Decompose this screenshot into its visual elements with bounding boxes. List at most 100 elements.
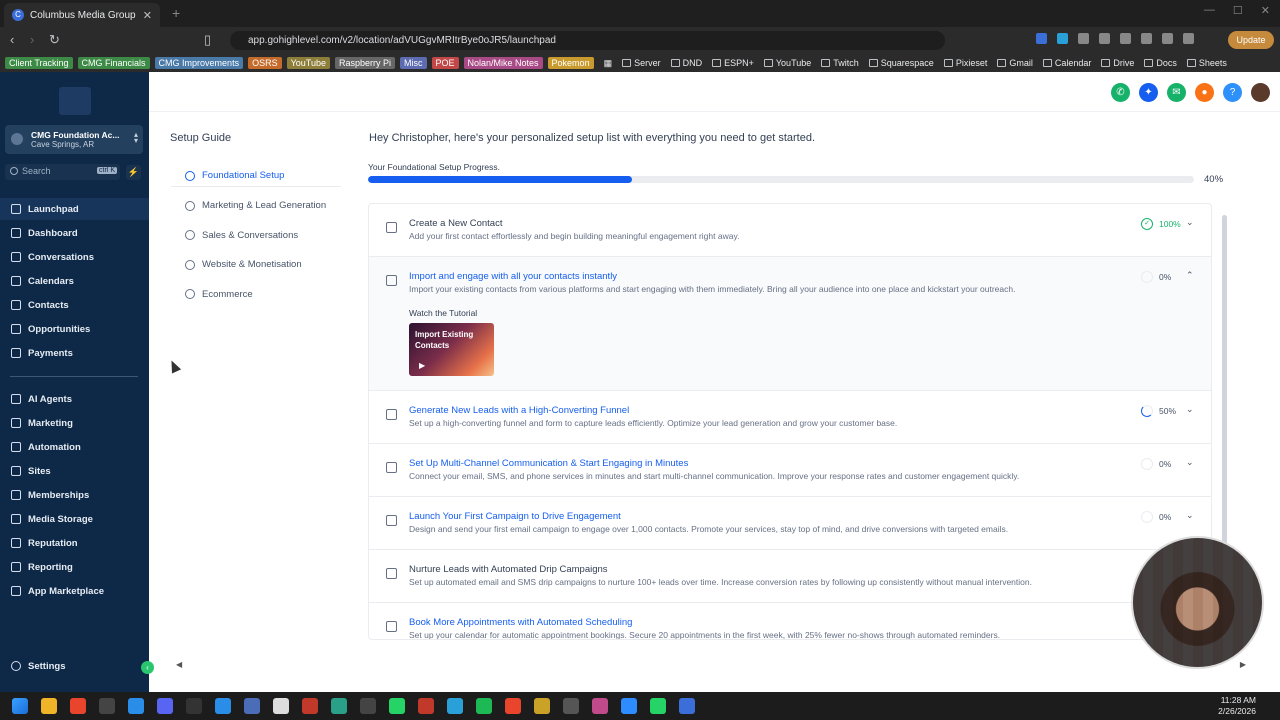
sidebar-item-dashboard[interactable]: Dashboard (0, 222, 149, 244)
app-icon[interactable] (592, 698, 608, 714)
collapse-sidebar-icon[interactable]: ‹ (141, 661, 154, 674)
sidebar-item-sites[interactable]: Sites (0, 460, 149, 482)
chevron-down-icon[interactable]: ⌄ (1186, 404, 1194, 415)
task-title[interactable]: Import and engage with all your contacts… (409, 271, 617, 282)
sidebar-item-reporting[interactable]: Reporting (0, 556, 149, 578)
bookmark-folder-chip[interactable]: Misc (400, 57, 427, 69)
minimize-icon[interactable]: — (1204, 4, 1215, 17)
announcement-icon[interactable]: ✉ (1167, 83, 1186, 102)
sidebar-item-opportunities[interactable]: Opportunities (0, 318, 149, 340)
app-icon[interactable] (563, 698, 579, 714)
bookmark-item[interactable]: ESPN+ (712, 58, 754, 68)
sidebar-item-reputation[interactable]: Reputation (0, 532, 149, 554)
sidebar-item-marketing[interactable]: Marketing (0, 412, 149, 434)
steam-icon[interactable] (128, 698, 144, 714)
file-explorer-icon[interactable] (41, 698, 57, 714)
bookmark-folder-chip[interactable]: CMG Improvements (154, 57, 244, 69)
extensions-icon[interactable] (1162, 33, 1173, 44)
bookmark-folder-chip[interactable]: Client Tracking (5, 57, 73, 69)
guide-item-marketing-lead-generation[interactable]: Marketing & Lead Generation (171, 195, 341, 217)
extension-icon[interactable] (1078, 33, 1089, 44)
app-icon[interactable] (389, 698, 405, 714)
guide-item-sales-conversations[interactable]: Sales & Conversations (171, 224, 341, 246)
app-icon[interactable] (331, 698, 347, 714)
sidebar-item-contacts[interactable]: Contacts (0, 294, 149, 316)
settings-icon[interactable] (679, 698, 695, 714)
spotify-icon[interactable] (476, 698, 492, 714)
bookmark-item[interactable]: Twitch (821, 58, 859, 68)
bookmark-icon[interactable]: ▯ (204, 32, 211, 48)
guide-item-website-monetisation[interactable]: Website & Monetisation (171, 254, 341, 276)
task-title[interactable]: Launch Your First Campaign to Drive Enga… (409, 511, 621, 522)
chevron-up-icon[interactable]: ⌃ (1186, 270, 1194, 281)
telegram-icon[interactable] (447, 698, 463, 714)
reload-icon[interactable]: ↻ (49, 32, 60, 48)
chevron-down-icon[interactable]: ⌄ (1186, 457, 1194, 468)
sidebar-item-media-storage[interactable]: Media Storage (0, 508, 149, 530)
task-title[interactable]: Generate New Leads with a High-Convertin… (409, 405, 629, 416)
close-window-icon[interactable]: ✕ (1261, 4, 1270, 17)
app-icon[interactable] (360, 698, 376, 714)
task-row[interactable]: Book More Appointments with Automated Sc… (369, 603, 1211, 639)
bookmark-item[interactable]: Sheets (1186, 58, 1227, 68)
apps-grid-icon[interactable]: ▦ (604, 58, 613, 69)
download-icon[interactable] (1120, 33, 1131, 44)
bookmark-item[interactable]: DND (670, 58, 702, 68)
update-button[interactable]: Update (1228, 31, 1274, 49)
notifications-icon[interactable]: ● (1195, 83, 1214, 102)
bookmark-item[interactable]: Server (622, 58, 661, 68)
app-icon[interactable] (418, 698, 434, 714)
app-icon[interactable] (534, 698, 550, 714)
task-title[interactable]: Nurture Leads with Automated Drip Campai… (409, 564, 608, 575)
sidebar-item-settings[interactable]: Settings (0, 656, 149, 676)
bookmark-folder-chip[interactable]: YouTube (286, 57, 330, 69)
sidebar-item-memberships[interactable]: Memberships (0, 484, 149, 506)
task-row[interactable]: Launch Your First Campaign to Drive Enga… (369, 497, 1211, 550)
task-row[interactable]: Import and engage with all your contacts… (369, 257, 1211, 391)
account-switcher[interactable]: CMG Foundation Ac... Cave Springs, AR ▴ ▾ (5, 125, 143, 154)
bookmark-folder-chip[interactable]: Nolan/Mike Notes (463, 57, 543, 69)
sidebar-item-automation[interactable]: Automation (0, 436, 149, 458)
zoom-icon[interactable] (621, 698, 637, 714)
sidebar-search[interactable]: Search ctrl K (5, 164, 120, 180)
task-row[interactable]: Set Up Multi-Channel Communication & Sta… (369, 444, 1211, 497)
bookmark-item[interactable]: YouTube (763, 58, 811, 68)
bookmark-item[interactable]: Drive (1101, 58, 1134, 68)
bookmark-folder-chip[interactable]: Pokemon (547, 57, 594, 69)
brave-browser-icon[interactable] (70, 698, 86, 714)
help-icon[interactable]: ? (1223, 83, 1242, 102)
task-row[interactable]: Nurture Leads with Automated Drip Campai… (369, 550, 1211, 603)
maximize-icon[interactable]: ☐ (1233, 4, 1243, 17)
task-title[interactable]: Set Up Multi-Channel Communication & Sta… (409, 458, 688, 469)
bookmark-item[interactable]: Pixieset (943, 58, 987, 68)
new-tab-icon[interactable]: + (172, 5, 180, 21)
discord-icon[interactable] (157, 698, 173, 714)
chevron-down-icon[interactable]: ⌄ (1186, 510, 1194, 521)
sidebar-item-calendars[interactable]: Calendars (0, 270, 149, 292)
sidebar-item-app-marketplace[interactable]: App Marketplace (0, 580, 149, 602)
guide-item-foundational-setup[interactable]: Foundational Setup (171, 165, 341, 187)
bookmark-folder-chip[interactable]: Raspberry Pi (334, 57, 395, 69)
app-icon[interactable] (186, 698, 202, 714)
forward-icon[interactable]: › (30, 32, 34, 47)
sidebar-item-ai-agents[interactable]: AI Agents (0, 388, 149, 410)
bookmark-item[interactable]: Gmail (997, 58, 1033, 68)
back-icon[interactable]: ‹ (10, 32, 14, 47)
bookmark-item[interactable]: Docs (1144, 58, 1177, 68)
chevron-down-icon[interactable]: ⌄ (1186, 217, 1194, 228)
url-bar[interactable]: app.gohighlevel.com/v2/location/adVUGgvM… (230, 31, 945, 50)
avatar[interactable] (1251, 83, 1270, 102)
task-row[interactable]: Create a New Contact Add your first conta… (369, 204, 1211, 257)
scroll-left-icon[interactable]: ◀ (176, 660, 182, 669)
magic-icon[interactable]: ✦ (1139, 83, 1158, 102)
notion-icon[interactable] (99, 698, 115, 714)
sidebar-item-conversations[interactable]: Conversations (0, 246, 149, 268)
extension-icon[interactable] (1057, 33, 1068, 44)
extension-icon[interactable] (1036, 33, 1047, 44)
file-icon[interactable] (273, 698, 289, 714)
app-icon[interactable] (244, 698, 260, 714)
sidebar-icon[interactable] (1141, 33, 1152, 44)
extension-icon[interactable] (1099, 33, 1110, 44)
bookmark-folder-chip[interactable]: CMG Financials (77, 57, 150, 69)
quick-action-icon[interactable]: ⚡ (126, 165, 141, 180)
